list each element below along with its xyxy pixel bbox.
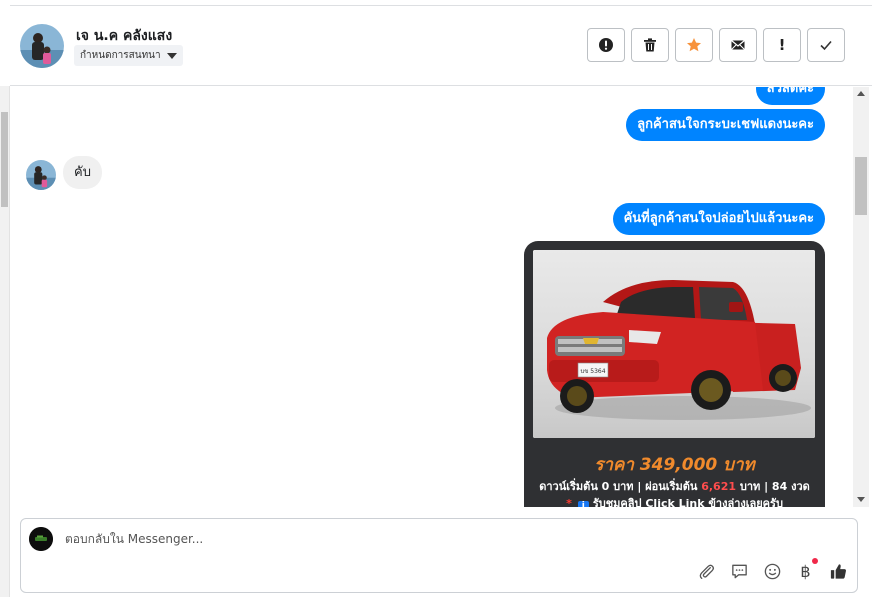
info-icon: i <box>577 501 589 507</box>
like-button[interactable] <box>828 561 849 582</box>
reply-composer: ฿ <box>20 518 858 593</box>
contact-avatar-small[interactable] <box>26 160 56 190</box>
message-bubble-outgoing[interactable]: สวัสดีคะ <box>755 87 825 105</box>
outer-scrollbar[interactable] <box>0 86 10 597</box>
mark-unread-button[interactable] <box>719 28 757 62</box>
alert-circle-icon <box>599 38 613 52</box>
terms-installment: 6,621 <box>701 480 737 493</box>
caret-down-icon <box>166 52 177 59</box>
thread-scrollbar[interactable] <box>853 87 869 507</box>
scroll-down-arrow-icon[interactable] <box>857 497 865 502</box>
message-bubble-outgoing[interactable]: คันที่ลูกค้าสนใจปล่อยไปแล้วนะคะ <box>612 203 825 235</box>
trash-icon <box>644 38 656 52</box>
label-button-text: กำหนดการสนทนา <box>80 50 161 61</box>
emoji-button[interactable] <box>762 561 783 582</box>
delete-button[interactable] <box>631 28 669 62</box>
contact-avatar[interactable] <box>20 24 64 68</box>
conversation-header: เจ น.ค คลังแสง กำหนดการสนทนา ! <box>10 5 872 86</box>
mark-done-button[interactable] <box>807 28 845 62</box>
header-actions: ! <box>587 28 845 62</box>
contact-name: เจ น.ค คลังแสง <box>76 28 173 44</box>
car-photo[interactable]: บข 5364 <box>533 250 815 438</box>
thumbs-up-icon <box>830 564 846 579</box>
clip-link-line: * i รับชมคลิป Click Link ข้างล่างเลยครับ <box>524 494 825 507</box>
message-bubble-outgoing[interactable]: ลูกค้าสนใจกระบะเชฟแดงนะคะ <box>626 109 825 141</box>
conversation-label-button[interactable]: กำหนดการสนทนา <box>74 45 183 66</box>
exclamation-icon: ! <box>778 36 786 54</box>
envelope-icon <box>731 40 745 50</box>
paperclip-icon <box>699 564 715 580</box>
notification-dot <box>812 558 818 564</box>
report-spam-button[interactable] <box>587 28 625 62</box>
outer-scrollbar-thumb[interactable] <box>1 112 8 207</box>
reply-input[interactable] <box>65 532 665 546</box>
listing-price: ราคา 349,000 บาท <box>594 455 755 475</box>
terms-suffix: บาท | 84 งวด <box>736 480 810 493</box>
payment-button[interactable]: ฿ <box>795 558 818 582</box>
listing-terms: ดาวน์เริ่มต้น 0 บาท | ผ่อนเริ่มต้น 6,621… <box>524 477 825 495</box>
checkmark-icon <box>820 40 832 51</box>
license-plate: บข 5364 <box>580 368 605 375</box>
scroll-up-arrow-icon[interactable] <box>857 91 865 96</box>
star-button[interactable] <box>675 28 713 62</box>
composer-tools: ฿ <box>696 558 849 582</box>
emoji-icon <box>764 563 781 580</box>
message-thread[interactable]: สวัสดีคะ ลูกค้าสนใจกระบะเชฟแดงนะคะ คับ ค… <box>10 87 853 507</box>
car-listing-card[interactable]: บข 5364 ราคา 349,000 บาท ดาวน์เริ่มต้น 0… <box>524 241 825 507</box>
baht-payment-icon: ฿ <box>800 562 811 581</box>
message-bubble-incoming[interactable]: คับ <box>63 156 102 189</box>
clip-link-text: รับชมคลิป Click Link ข้างล่างเลยครับ <box>592 497 783 507</box>
star-icon <box>687 38 701 52</box>
attach-button[interactable] <box>696 561 717 582</box>
saved-replies-icon <box>732 564 747 579</box>
page-avatar <box>29 527 53 551</box>
asterisk-icon: * <box>566 497 572 507</box>
follow-up-button[interactable]: ! <box>763 28 801 62</box>
terms-prefix: ดาวน์เริ่มต้น 0 บาท | ผ่อนเริ่มต้น <box>539 480 702 493</box>
thread-scrollbar-thumb[interactable] <box>855 157 867 215</box>
saved-replies-button[interactable] <box>729 561 750 582</box>
